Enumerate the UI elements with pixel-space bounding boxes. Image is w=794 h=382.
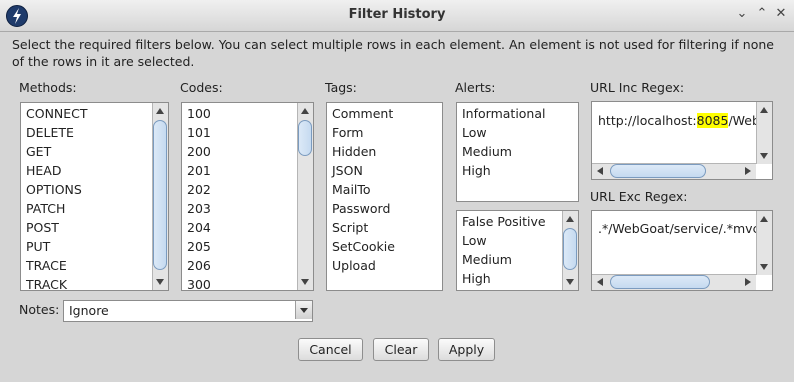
- clear-button[interactable]: Clear: [373, 338, 429, 361]
- url-exc-hscroll[interactable]: [592, 274, 756, 290]
- tag-list-item[interactable]: JSON: [327, 161, 395, 180]
- window-title: Filter History: [348, 7, 446, 22]
- method-list-item[interactable]: TRACK: [21, 275, 88, 290]
- scroll-down-icon[interactable]: [566, 279, 574, 285]
- scroll-up-icon[interactable]: [760, 107, 768, 113]
- method-list-item[interactable]: CONNECT: [21, 104, 88, 123]
- method-list-item[interactable]: GET: [21, 142, 88, 161]
- chevron-up-icon: ⌃: [756, 6, 768, 21]
- scroll-left-icon[interactable]: [597, 167, 603, 175]
- tag-list-item[interactable]: Password: [327, 199, 395, 218]
- alert-list-item[interactable]: Informational: [457, 104, 546, 123]
- tag-list-item[interactable]: Script: [327, 218, 395, 237]
- code-list-item[interactable]: 101: [182, 123, 211, 142]
- method-list-item[interactable]: DELETE: [21, 123, 88, 142]
- tag-list-item[interactable]: Comment: [327, 104, 395, 123]
- tag-list-item[interactable]: SetCookie: [327, 237, 395, 256]
- method-list-item[interactable]: PATCH: [21, 199, 88, 218]
- methods-label: Methods:: [19, 80, 77, 95]
- tags-label: Tags:: [325, 80, 357, 95]
- codes-scrollbar[interactable]: [297, 103, 313, 290]
- scroll-down-icon[interactable]: [156, 279, 164, 285]
- method-list-item[interactable]: HEAD: [21, 161, 88, 180]
- code-list-item[interactable]: 203: [182, 199, 211, 218]
- scroll-down-icon[interactable]: [301, 279, 309, 285]
- tag-list-item[interactable]: Form: [327, 123, 395, 142]
- cancel-button[interactable]: Cancel: [298, 338, 363, 361]
- alert-list-item[interactable]: Medium: [457, 142, 546, 161]
- scroll-thumb[interactable]: [610, 275, 710, 289]
- code-list-item[interactable]: 202: [182, 180, 211, 199]
- scroll-thumb[interactable]: [610, 164, 706, 178]
- scroll-left-icon[interactable]: [597, 278, 603, 286]
- url-exc-vscroll[interactable]: [756, 211, 772, 275]
- url-exc-regex-field[interactable]: .*/WebGoat/service/.*mvc: [591, 210, 773, 291]
- codes-list[interactable]: 100 101 200 201 202 203 204 205 206 300: [181, 102, 314, 291]
- close-button[interactable]: ✕: [773, 6, 789, 22]
- maximize-button[interactable]: ⌃: [754, 6, 770, 22]
- url-exc-value: .*/WebGoat/service/.*mvc: [598, 221, 760, 236]
- highlighted-port: 8085: [696, 113, 729, 128]
- instructions-text: Select the required filters below. You c…: [12, 37, 774, 69]
- url-inc-regex-field[interactable]: http://localhost:8085/Web: [591, 101, 773, 180]
- methods-list[interactable]: CONNECT DELETE GET HEAD OPTIONS PATCH POST PUT T…: [20, 102, 169, 291]
- notes-select[interactable]: Ignore: [63, 300, 313, 322]
- confidence-list-item[interactable]: High: [457, 269, 546, 288]
- url-inc-value: http://localhost:8085/Web: [598, 113, 760, 128]
- method-list-item[interactable]: OPTIONS: [21, 180, 88, 199]
- code-list-item[interactable]: 206: [182, 256, 211, 275]
- confidence-list-item[interactable]: Low: [457, 231, 546, 250]
- tag-list-item[interactable]: Upload: [327, 256, 395, 275]
- code-list-item[interactable]: 300: [182, 275, 211, 290]
- code-list-item[interactable]: 201: [182, 161, 211, 180]
- tags-list[interactable]: Comment Form Hidden JSON MailTo Password Scrip…: [326, 102, 443, 291]
- method-list-item[interactable]: PUT: [21, 237, 88, 256]
- scroll-up-icon[interactable]: [760, 216, 768, 222]
- notes-label: Notes:: [19, 302, 60, 317]
- url-inc-hscroll[interactable]: [592, 163, 756, 179]
- code-list-item[interactable]: 205: [182, 237, 211, 256]
- code-list-item[interactable]: 204: [182, 218, 211, 237]
- alert-list-item[interactable]: High: [457, 161, 546, 180]
- minimize-button[interactable]: ⌄: [734, 6, 750, 22]
- confidence-list-item[interactable]: Medium: [457, 250, 546, 269]
- scroll-thumb[interactable]: [153, 120, 167, 270]
- methods-scrollbar[interactable]: [152, 103, 168, 290]
- url-inc-label: URL Inc Regex:: [590, 80, 685, 95]
- dialog-body: Select the required filters below. You c…: [0, 32, 794, 382]
- alerts-label: Alerts:: [455, 80, 496, 95]
- method-list-item[interactable]: TRACE: [21, 256, 88, 275]
- confidence-list[interactable]: False Positive Low Medium High: [456, 210, 579, 291]
- code-list-item[interactable]: 200: [182, 142, 211, 161]
- scroll-down-icon[interactable]: [760, 264, 768, 270]
- chevron-down-icon: ⌄: [736, 6, 748, 21]
- close-icon: ✕: [775, 6, 787, 21]
- scroll-down-icon[interactable]: [760, 153, 768, 159]
- confidence-scrollbar[interactable]: [562, 211, 578, 290]
- alerts-list[interactable]: Informational Low Medium High: [456, 102, 579, 202]
- scroll-right-icon[interactable]: [745, 278, 751, 286]
- scroll-up-icon[interactable]: [566, 216, 574, 222]
- codes-label: Codes:: [180, 80, 223, 95]
- code-list-item[interactable]: 100: [182, 104, 211, 123]
- scroll-thumb[interactable]: [563, 228, 577, 270]
- tag-list-item[interactable]: MailTo: [327, 180, 395, 199]
- url-exc-label: URL Exc Regex:: [590, 189, 688, 204]
- scroll-right-icon[interactable]: [745, 167, 751, 175]
- confidence-list-item[interactable]: False Positive: [457, 212, 546, 231]
- chevron-down-icon[interactable]: [295, 301, 312, 319]
- scroll-up-icon[interactable]: [301, 108, 309, 114]
- notes-selected-value: Ignore: [69, 303, 109, 318]
- alert-list-item[interactable]: Low: [457, 123, 546, 142]
- url-inc-vscroll[interactable]: [756, 102, 772, 164]
- apply-button[interactable]: Apply: [438, 338, 495, 361]
- title-bar: Filter History ⌄ ⌃ ✕: [0, 0, 794, 32]
- scroll-thumb[interactable]: [298, 120, 312, 156]
- tag-list-item[interactable]: Hidden: [327, 142, 395, 161]
- method-list-item[interactable]: POST: [21, 218, 88, 237]
- scroll-up-icon[interactable]: [156, 108, 164, 114]
